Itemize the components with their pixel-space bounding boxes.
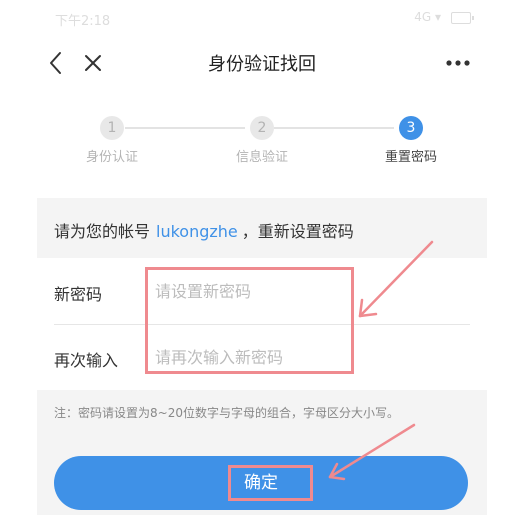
step-connector [125, 127, 245, 129]
step-2-circle: 2 [250, 116, 274, 140]
account-prefix: 请为您的帐号 [54, 222, 151, 241]
page-title: 身份验证找回 [208, 54, 316, 75]
password-form: 新密码 再次输入 [37, 258, 487, 390]
status-bar: 下午2:18 4G ▾ [37, 0, 487, 36]
account-suffix: ，重新设置密码 [241, 222, 354, 241]
confirm-button[interactable]: 确定 [54, 456, 468, 510]
step-3-circle: 3 [399, 116, 423, 140]
step-1-circle: 1 [100, 116, 124, 140]
step-2-label: 信息验证 [235, 150, 288, 165]
status-signal: 4G ▾ [414, 10, 441, 24]
step-3-label: 重置密码 [384, 150, 437, 165]
title-bar: 身份验证找回 [37, 36, 487, 90]
field-divider [54, 324, 470, 325]
account-message: 请为您的帐号 lukongzhe ，重新设置密码 [54, 218, 354, 242]
account-info: 请为您的帐号 lukongzhe ，重新设置密码 [37, 198, 487, 256]
step-1-label: 身份认证 [85, 150, 138, 165]
more-button[interactable] [443, 48, 473, 78]
more-dots-icon [446, 60, 470, 66]
progress-stepper: 1 2 3 身份认证 信息验证 重置密码 [37, 90, 487, 198]
confirm-password-label: 再次输入 [54, 351, 119, 370]
password-rule-note: 注：密码请设置为8~20位数字与字母的组合，字母区分大小写。 [54, 406, 399, 420]
battery-icon [451, 12, 474, 24]
confirm-password-input[interactable] [155, 342, 455, 372]
step-connector [274, 127, 394, 129]
account-username: lukongzhe [156, 222, 238, 241]
new-password-label: 新密码 [54, 285, 103, 304]
phone-screen: 下午2:18 4G ▾ 身份验证找回 1 2 3 身份认证 信息验证 重置密码 … [37, 0, 487, 515]
status-time: 下午2:18 [55, 14, 111, 29]
new-password-input[interactable] [155, 276, 455, 306]
